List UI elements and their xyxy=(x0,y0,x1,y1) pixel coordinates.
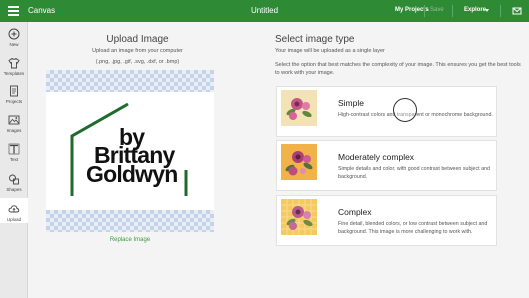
sidebar-item-label: Projects xyxy=(5,99,23,104)
option-card-moderately-complex[interactable]: Moderately complex Simple details and co… xyxy=(276,140,497,191)
sidebar-item-text[interactable]: Text xyxy=(0,143,28,162)
text-icon xyxy=(8,143,20,155)
sidebar-item-new[interactable]: New xyxy=(0,28,28,47)
document-title[interactable]: Untitled xyxy=(251,6,278,15)
sidebar-item-label: New xyxy=(9,42,19,47)
option-description: Simple details and color, with good cont… xyxy=(338,166,490,180)
complex-flower-thumbnail xyxy=(281,199,317,235)
select-type-title: Select image type xyxy=(275,34,355,45)
image-preview-canvas: by Brittany Goldwyn xyxy=(46,92,214,210)
shirt-icon xyxy=(8,57,20,69)
option-title: Simple xyxy=(338,98,364,108)
option-card-complex[interactable]: Complex Fine detail, blended colors, or … xyxy=(276,195,497,246)
projects-icon xyxy=(10,85,18,97)
chevron-down-icon[interactable] xyxy=(485,9,489,12)
sidebar-item-shapes[interactable]: Shapes xyxy=(0,173,28,192)
sidebar-item-label: Shapes xyxy=(6,187,22,192)
app-name: Canvas xyxy=(28,6,56,15)
option-title: Complex xyxy=(338,207,372,217)
sidebar-item-templates[interactable]: Templates xyxy=(0,57,28,76)
upload-panel-title: Upload Image xyxy=(106,34,169,45)
divider xyxy=(452,5,453,17)
save-button[interactable]: Save xyxy=(430,7,444,13)
sidebar-item-label: Upload xyxy=(6,217,22,222)
option-card-simple[interactable]: Simple High-contrast colors and transpar… xyxy=(276,86,497,137)
replace-image-link[interactable]: Replace Image xyxy=(80,237,180,243)
sidebar-item-images[interactable]: Images xyxy=(0,114,28,133)
sidebar: New Templates Projects Images Text Shape… xyxy=(0,22,28,298)
upload-panel-subtitle: Upload an image from your computer xyxy=(92,48,183,54)
sidebar-item-upload[interactable]: Upload xyxy=(0,198,28,223)
plus-circle-icon xyxy=(8,28,20,40)
divider xyxy=(424,5,425,17)
top-bar: Canvas Untitled My Projects Save Explore xyxy=(0,0,529,22)
select-type-subtitle: Your image will be uploaded as a single … xyxy=(275,48,385,54)
option-description: Fine detail, blended colors, or low cont… xyxy=(338,221,488,235)
mouse-cursor-highlight xyxy=(393,98,417,122)
sidebar-item-label: Templates xyxy=(3,71,25,76)
moderate-flower-thumbnail xyxy=(281,144,317,180)
shapes-icon xyxy=(9,174,19,185)
divider xyxy=(500,5,501,17)
upload-cloud-icon xyxy=(8,205,20,213)
option-title: Moderately complex xyxy=(338,152,415,162)
explore-menu[interactable]: Explore xyxy=(464,7,486,13)
hamburger-menu-icon[interactable] xyxy=(8,6,19,16)
sidebar-item-label: Text xyxy=(9,157,19,162)
simple-flower-thumbnail xyxy=(281,90,317,126)
sidebar-item-projects[interactable]: Projects xyxy=(0,85,28,104)
upload-formats-text: (.png, .jpg, .gif, .svg, .dxf, or .bmp) xyxy=(95,59,180,65)
image-icon xyxy=(8,115,20,125)
logo-text-goldwyn: Goldwyn xyxy=(86,161,178,187)
image-preview: by Brittany Goldwyn xyxy=(46,70,214,232)
select-type-description: Select the option that best matches the … xyxy=(275,62,521,76)
sidebar-item-label: Images xyxy=(6,128,22,133)
notification-icon[interactable] xyxy=(512,6,522,16)
